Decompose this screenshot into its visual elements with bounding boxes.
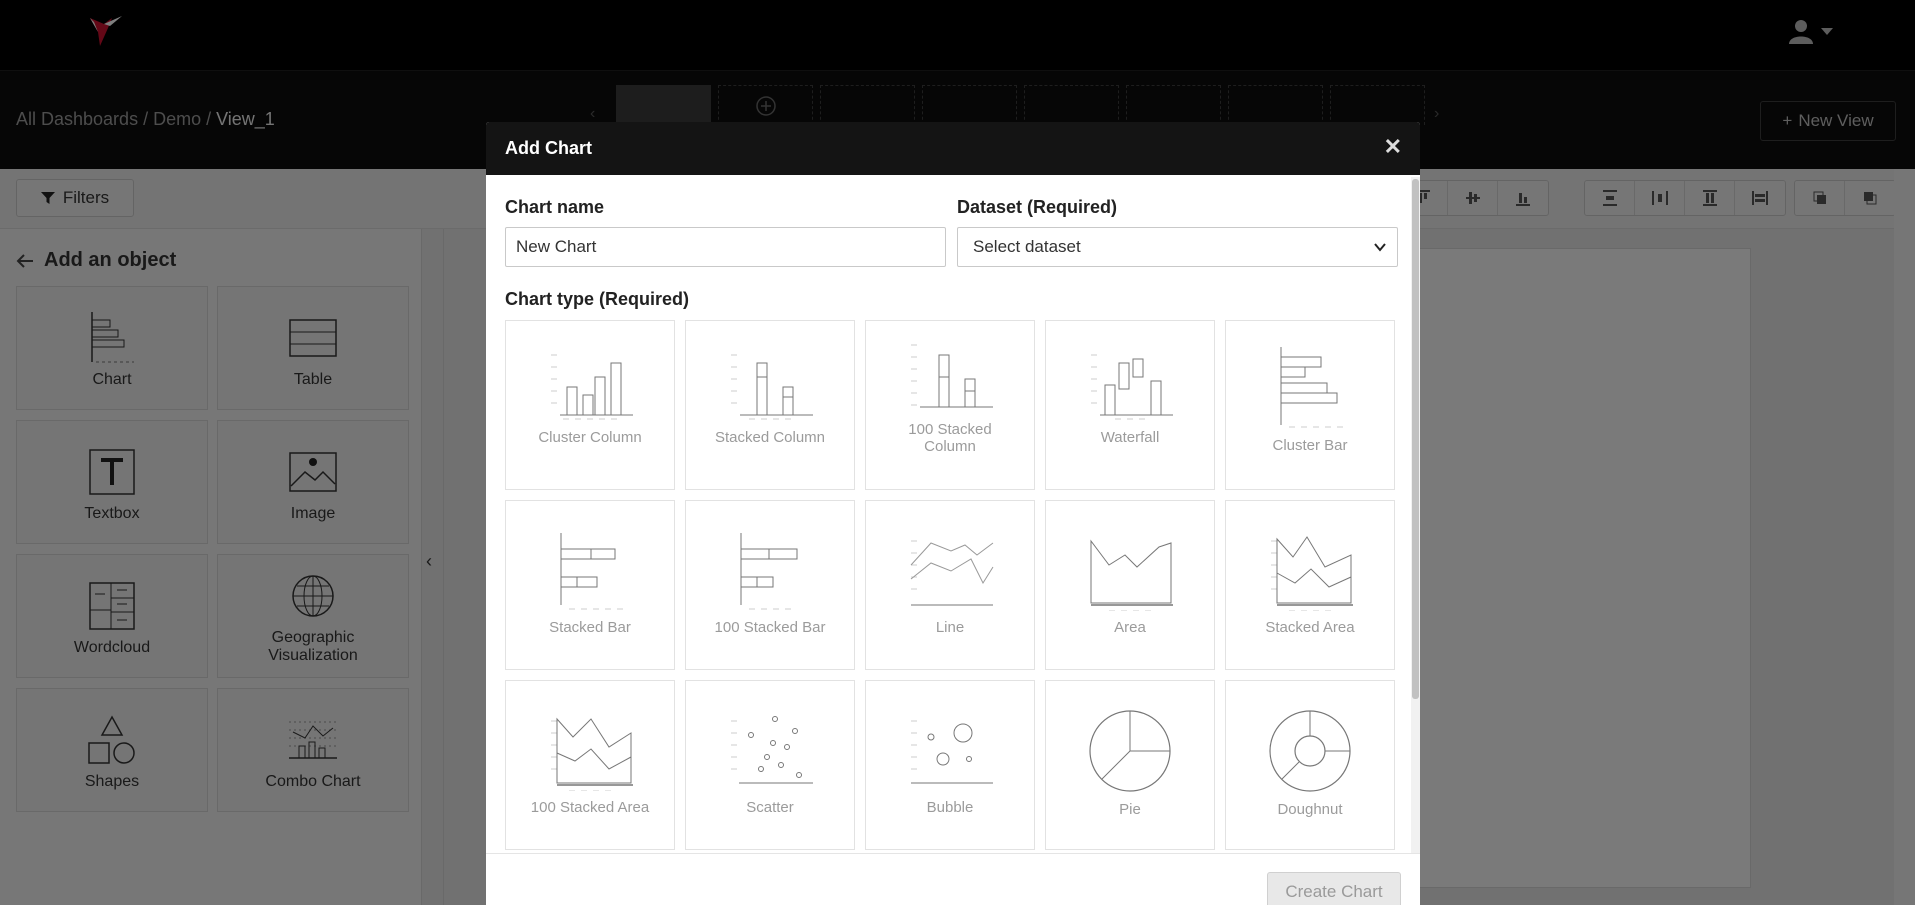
dataset-label: Dataset (Required) <box>957 197 1118 217</box>
dataset-select-value: Select dataset <box>973 237 1081 256</box>
scrollbar-thumb[interactable] <box>1412 179 1419 699</box>
chart-type-scatter[interactable]: Scatter <box>685 680 855 850</box>
chart-type-stacked-bar[interactable]: Stacked Bar <box>505 500 675 670</box>
chart-type-100-stacked-bar[interactable]: 100 Stacked Bar <box>685 500 855 670</box>
waterfall-icon <box>1091 354 1173 420</box>
create-chart-button[interactable]: Create Chart <box>1267 872 1401 905</box>
modal-title: Add Chart <box>505 138 592 158</box>
stacked-column-icon <box>731 354 813 420</box>
chart-type-100-stacked-column[interactable]: 100 Stacked Column <box>865 320 1035 490</box>
chart-type-name: Stacked Column <box>714 429 826 446</box>
chart-type-name: Stacked Area <box>1265 619 1355 636</box>
chart-type-name: Doughnut <box>1277 801 1343 818</box>
100-stacked-bar-icon <box>740 533 798 610</box>
chart-type-name: 100 Stacked Column <box>908 421 992 455</box>
100-stacked-column-icon <box>911 344 993 408</box>
chart-type-line[interactable]: Line <box>865 500 1035 670</box>
cluster-column-icon <box>551 354 633 420</box>
stacked-area-icon <box>1271 536 1353 611</box>
modal-scrollbar[interactable] <box>1411 177 1420 853</box>
chart-type-name: Stacked Bar <box>549 619 631 636</box>
modal-footer: Create Chart <box>486 853 1420 905</box>
dataset-select[interactable]: Select dataset <box>957 227 1398 267</box>
cluster-bar-icon <box>1280 347 1343 428</box>
area-icon <box>1090 539 1173 611</box>
chart-type-waterfall[interactable]: Waterfall <box>1045 320 1215 490</box>
chart-type-cluster-column[interactable]: Cluster Column <box>505 320 675 490</box>
close-icon[interactable]: ✕ <box>1384 136 1402 158</box>
chart-type-name: Cluster Column <box>538 429 642 446</box>
100-stacked-area-icon <box>551 717 633 791</box>
chart-type-area[interactable]: Area <box>1045 500 1215 670</box>
chart-type-name: Scatter <box>746 799 794 816</box>
scatter-icon <box>731 716 813 784</box>
chart-type-name: Waterfall <box>1100 429 1160 446</box>
chart-type-100-stacked-area[interactable]: 100 Stacked Area <box>505 680 675 850</box>
chart-type-pie[interactable]: Pie <box>1045 680 1215 850</box>
chart-type-name: 100 Stacked Area <box>530 799 650 816</box>
doughnut-icon <box>1269 710 1351 792</box>
chart-type-doughnut[interactable]: Doughnut <box>1225 680 1395 850</box>
bubble-icon <box>911 720 993 784</box>
chart-type-name: Area <box>1114 619 1146 636</box>
chart-type-name: 100 Stacked Bar <box>714 619 826 636</box>
chart-type-stacked-area[interactable]: Stacked Area <box>1225 500 1395 670</box>
stacked-bar-icon <box>560 533 623 610</box>
chart-type-name: Cluster Bar <box>1272 437 1348 454</box>
chart-type-name: Bubble <box>926 799 974 816</box>
modal-header: Add Chart ✕ <box>486 122 1420 175</box>
chart-type-bubble[interactable]: Bubble <box>865 680 1035 850</box>
pie-icon <box>1089 710 1171 792</box>
chart-name-input[interactable] <box>505 227 946 267</box>
add-chart-modal: Add Chart ✕ Chart name Dataset (Required… <box>486 122 1420 905</box>
chevron-down-icon <box>1374 243 1386 252</box>
chart-name-label: Chart name <box>505 197 605 217</box>
chart-type-name: Pie <box>1119 801 1141 818</box>
chart-type-name: Line <box>935 619 965 636</box>
chart-type-cluster-bar[interactable]: Cluster Bar <box>1225 320 1395 490</box>
chart-type-label: Chart type (Required) <box>505 289 690 309</box>
line-icon <box>910 540 994 606</box>
modal-body: Chart name Dataset (Required) Select dat… <box>486 175 1420 853</box>
chart-type-stacked-column[interactable]: Stacked Column <box>685 320 855 490</box>
